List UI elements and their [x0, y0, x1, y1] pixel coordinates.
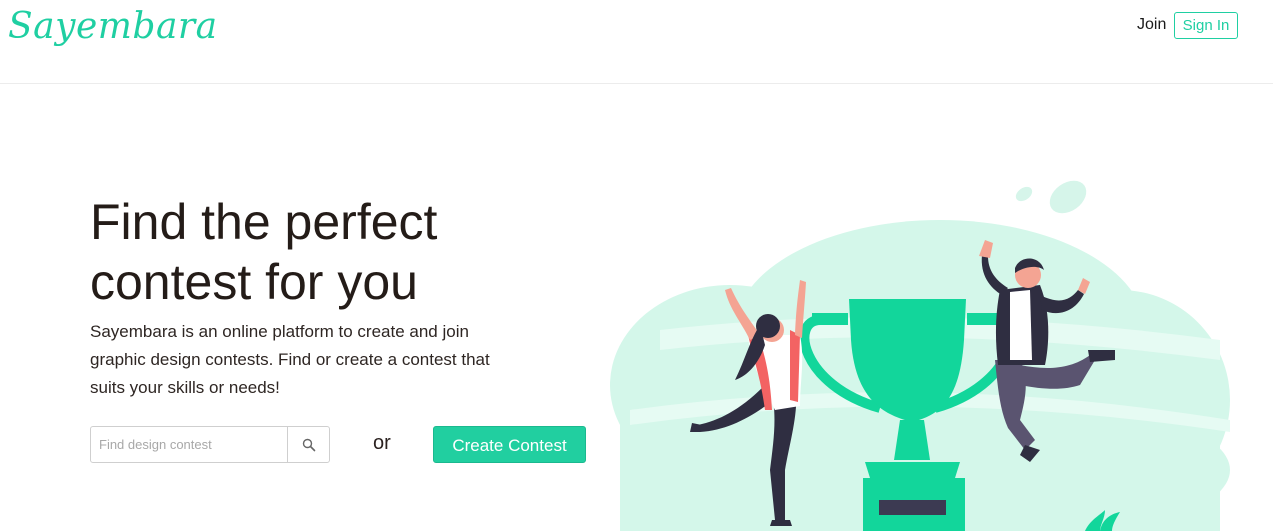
or-separator: or — [373, 432, 391, 454]
search-input[interactable] — [91, 427, 287, 462]
hero-title: Find the perfect contest for you — [90, 192, 550, 312]
create-contest-button[interactable]: Create Contest — [433, 426, 586, 463]
hero-title-line-1: Find the perfect — [90, 194, 438, 250]
search-button[interactable] — [287, 427, 329, 462]
logo[interactable]: Sayembara — [8, 6, 218, 47]
hero-title-line-2: contest for you — [90, 254, 418, 310]
sign-in-button[interactable]: Sign In — [1174, 12, 1238, 39]
search-icon — [302, 438, 315, 451]
hero-description: Sayembara is an online platform to creat… — [90, 322, 490, 397]
celebration-illustration — [610, 180, 1230, 531]
join-link[interactable]: Join — [1137, 16, 1166, 34]
leaf-icon — [1015, 180, 1087, 214]
navbar: Sayembara Join Sign In — [0, 0, 1273, 84]
search-box — [90, 426, 330, 463]
